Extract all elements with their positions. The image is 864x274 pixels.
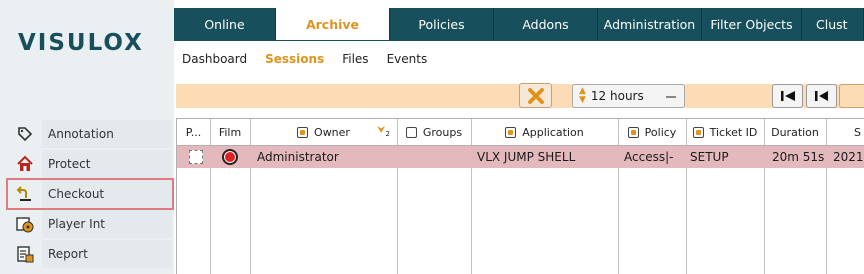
cell-duration: 20m 51s bbox=[772, 150, 824, 164]
row-select-checkbox[interactable] bbox=[189, 150, 203, 164]
tag-icon bbox=[14, 123, 36, 145]
select-handle-icon bbox=[666, 96, 676, 98]
first-page-button[interactable] bbox=[772, 84, 803, 108]
film-folder-icon bbox=[14, 213, 36, 235]
sub-navigation: Dashboard Sessions Files Events bbox=[174, 52, 437, 70]
subnav-files[interactable]: Files bbox=[342, 52, 368, 70]
column-header-film[interactable]: Film bbox=[210, 119, 250, 145]
tabstrip-divider bbox=[174, 40, 864, 41]
sidebar-item-report[interactable]: Report bbox=[8, 240, 172, 268]
updown-arrows-icon: ▲ ▼ bbox=[579, 86, 586, 105]
sort-desc-icon[interactable]: ⮟2 bbox=[377, 125, 390, 138]
previous-page-button[interactable] bbox=[806, 84, 837, 108]
column-header-start[interactable]: S bbox=[826, 119, 864, 145]
column-toggle-checkbox[interactable] bbox=[405, 126, 417, 138]
column-header-owner[interactable]: Owner bbox=[250, 119, 397, 145]
sessions-table: P... Film Owner ⮟2 Groups Application Po… bbox=[176, 118, 864, 274]
sidebar-item-checkout[interactable]: Checkout bbox=[6, 178, 174, 210]
report-icon bbox=[14, 243, 36, 265]
tab-administration[interactable]: Administration bbox=[598, 8, 702, 41]
time-range-value: 12 hours bbox=[590, 89, 644, 103]
tab-archive[interactable]: Archive bbox=[276, 8, 390, 41]
column-header-ticket-id[interactable]: Ticket ID bbox=[686, 119, 764, 145]
sidebar: VISULOX Annotation Protect Checkout Play… bbox=[0, 0, 174, 274]
subnav-events[interactable]: Events bbox=[387, 52, 428, 70]
sidebar-item-label: Annotation bbox=[48, 127, 114, 141]
column-toggle-checkbox[interactable] bbox=[505, 126, 517, 138]
skip-to-first-icon bbox=[780, 91, 795, 101]
time-range-select[interactable]: ▲ ▼ 12 hours bbox=[572, 84, 685, 108]
column-toggle-checkbox[interactable] bbox=[692, 126, 704, 138]
column-header-p[interactable]: P... bbox=[177, 119, 210, 145]
column-header-duration[interactable]: Duration bbox=[764, 119, 826, 145]
tab-policies[interactable]: Policies bbox=[390, 8, 494, 41]
subnav-dashboard[interactable]: Dashboard bbox=[182, 52, 247, 70]
main-tabs: Online Archive Policies Addons Administr… bbox=[174, 8, 864, 41]
tab-cluster[interactable]: Clust bbox=[802, 8, 864, 41]
subnav-sessions[interactable]: Sessions bbox=[265, 52, 324, 70]
return-arrow-icon bbox=[14, 183, 36, 205]
sidebar-item-annotation[interactable]: Annotation bbox=[8, 120, 172, 148]
column-header-groups[interactable]: Groups bbox=[397, 119, 471, 145]
sidebar-item-label: Report bbox=[48, 247, 88, 261]
tab-filter-objects[interactable]: Filter Objects bbox=[702, 8, 802, 41]
tab-online[interactable]: Online bbox=[174, 8, 276, 41]
filter-input-secondary[interactable] bbox=[839, 84, 864, 108]
visulox-logo: VISULOX bbox=[18, 30, 144, 56]
cell-ticket-id: SETUP bbox=[690, 150, 729, 164]
sidebar-item-label: Protect bbox=[48, 157, 91, 171]
cell-start: 2021- bbox=[833, 150, 864, 164]
sidebar-item-label: Checkout bbox=[48, 187, 105, 201]
column-header-policy[interactable]: Policy bbox=[618, 119, 686, 145]
column-toggle-checkbox[interactable] bbox=[627, 126, 639, 138]
cell-groups bbox=[403, 146, 469, 168]
cell-application: VLX JUMP SHELL bbox=[477, 150, 576, 164]
recording-icon[interactable] bbox=[222, 149, 238, 165]
cell-owner: Administrator bbox=[257, 150, 339, 164]
sidebar-item-player-int[interactable]: Player Int bbox=[8, 210, 172, 238]
home-icon bbox=[14, 153, 36, 175]
cell-policy: Access|- bbox=[624, 150, 674, 164]
tab-addons[interactable]: Addons bbox=[494, 8, 598, 41]
close-x-icon bbox=[527, 87, 544, 104]
column-header-application[interactable]: Application bbox=[471, 119, 618, 145]
sidebar-item-protect[interactable]: Protect bbox=[8, 150, 172, 178]
column-toggle-checkbox[interactable] bbox=[297, 126, 309, 138]
previous-icon bbox=[814, 91, 828, 101]
clear-filter-button[interactable] bbox=[519, 83, 552, 108]
sidebar-item-label: Player Int bbox=[48, 217, 106, 231]
